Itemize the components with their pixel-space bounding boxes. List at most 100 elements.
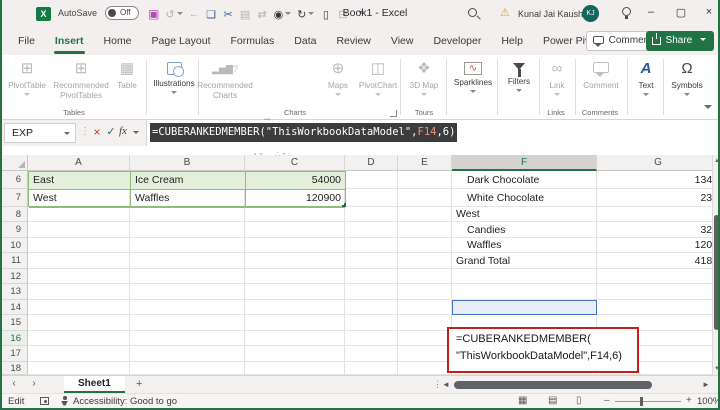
name-box[interactable]: EXP [4, 123, 76, 143]
tab-help[interactable]: Help [491, 28, 533, 55]
insert-function-icon[interactable]: fx [119, 125, 127, 137]
cell-edit-formula-line1[interactable]: =CUBERANKEDMEMBER( [456, 333, 591, 345]
add-sheet-button[interactable]: + [136, 378, 142, 390]
symbols-button[interactable]: Ω Symbols [666, 58, 708, 110]
scroll-right-icon[interactable]: ► [702, 380, 710, 389]
cancel-icon[interactable]: × [90, 125, 104, 139]
undo-icon[interactable]: ↺ [165, 8, 182, 21]
page-layout-view-icon[interactable]: ▤ [548, 395, 557, 406]
horizontal-scrollbar-thumb[interactable] [454, 381, 652, 389]
pivot-label[interactable]: Dark Chocolate [452, 171, 597, 189]
comment-button[interactable]: Comment [578, 58, 624, 110]
worksheet-grid[interactable]: A B C D E F G 6 7 8 9 10 11 12 13 14 15 … [0, 155, 720, 375]
lightbulb-icon[interactable] [622, 7, 631, 19]
table-resize-handle[interactable] [342, 203, 346, 207]
cut-icon[interactable]: ✂ [223, 8, 234, 21]
zoom-out-button[interactable]: – [604, 395, 610, 406]
row-header-8[interactable]: 8 [0, 207, 28, 222]
row-header-18[interactable]: 18 [0, 362, 28, 375]
search-icon[interactable] [468, 8, 477, 17]
row-header-16[interactable]: 16 [0, 331, 28, 346]
recommended-charts-button[interactable]: ▂▅▇? Recommended Charts [197, 58, 253, 110]
warning-icon[interactable]: ⚠ [500, 6, 510, 19]
tab-insert[interactable]: Insert [45, 28, 94, 55]
row-header-12[interactable]: 12 [0, 269, 28, 284]
select-all-corner[interactable] [0, 155, 28, 171]
column-header-a[interactable]: A [28, 155, 130, 171]
column-header-g[interactable]: G [597, 155, 720, 171]
tab-formulas[interactable]: Formulas [221, 28, 285, 55]
row-header-6[interactable]: 6 [0, 171, 28, 189]
pivot-value[interactable]: 1344 [597, 171, 718, 189]
row-header-15[interactable]: 15 [0, 315, 28, 331]
pivottable-button[interactable]: ⊞ PivotTable [4, 58, 50, 110]
close-button[interactable]: × [702, 6, 716, 18]
tab-review[interactable]: Review [326, 28, 380, 55]
cell-b7[interactable]: Waffles [131, 190, 246, 207]
page-break-view-icon[interactable]: ▯ [576, 395, 582, 406]
share-button[interactable]: Share [645, 31, 714, 51]
pivotchart-button[interactable]: ◫ PivotChart [356, 58, 400, 110]
zoom-in-button[interactable]: + [686, 395, 692, 406]
referenced-cell-f14[interactable] [452, 300, 597, 315]
pivot-value[interactable]: 4187 [597, 253, 718, 269]
scroll-left-icon[interactable]: ◄ [442, 380, 450, 389]
pivot-value[interactable]: 1209 [597, 238, 718, 253]
pivot-label[interactable]: Candies [452, 222, 597, 238]
pie-chart-icon[interactable]: ◔ [252, 147, 274, 162]
illustrations-button[interactable]: Illustrations [150, 58, 198, 110]
save-icon[interactable]: ▣ [148, 7, 159, 21]
autosave-toggle[interactable]: Off [105, 6, 139, 20]
cell-a6[interactable]: East [29, 172, 131, 189]
cell-a7[interactable]: West [29, 190, 131, 207]
pivot-label[interactable]: West [452, 207, 597, 222]
tab-home[interactable]: Home [94, 28, 142, 55]
formula-input[interactable]: =CUBERANKEDMEMBER("ThisWorkbookDataModel… [146, 120, 720, 146]
cell-b6[interactable]: Ice Cream [131, 172, 246, 189]
next-sheet-icon[interactable]: › [28, 378, 40, 389]
pivot-label[interactable]: Waffles [452, 238, 597, 253]
filters-button[interactable]: Filters [500, 58, 538, 110]
excel-logo-icon[interactable]: X [36, 7, 51, 21]
maximize-button[interactable]: ▢ [674, 6, 688, 19]
pivot-label[interactable]: White Chocolate [452, 189, 597, 207]
table-button[interactable]: ▦ Table [110, 58, 144, 110]
cell-c7[interactable]: 120900 [246, 190, 345, 207]
accessibility-status[interactable]: Accessibility: Good to go [73, 396, 177, 407]
enter-icon[interactable]: ✓ [104, 125, 118, 138]
data-table[interactable]: East Ice Cream 54000 West Waffles 120900 [28, 171, 346, 208]
paste-picture-icon[interactable]: ▤ [240, 8, 251, 21]
minimize-button[interactable]: – [644, 6, 658, 18]
sparklines-button[interactable]: ∿ Sparklines [450, 58, 496, 110]
sheet-tab-sheet1[interactable]: Sheet1 [64, 376, 125, 393]
zoom-level[interactable]: 100% [697, 396, 720, 407]
formula-bar-expand-icon[interactable] [133, 131, 139, 134]
row-header-13[interactable]: 13 [0, 284, 28, 300]
pivot-label[interactable]: Grand Total [452, 253, 597, 269]
text-button[interactable]: A Text [630, 58, 662, 110]
zoom-slider-handle[interactable] [640, 397, 643, 406]
row-header-14[interactable]: 14 [0, 300, 28, 315]
touch-mode-icon[interactable]: ◉ [274, 8, 292, 21]
row-header-9[interactable]: 9 [0, 222, 28, 238]
pivot-value[interactable]: 324 [597, 222, 718, 238]
copy-icon[interactable]: ❏ [206, 8, 217, 21]
cell-c6[interactable]: 54000 [246, 172, 345, 189]
row-header-7[interactable]: 7 [0, 189, 28, 207]
collapse-ribbon-icon[interactable] [704, 105, 712, 109]
maps-button[interactable]: ⊕ Maps [320, 58, 356, 110]
row-header-17[interactable]: 17 [0, 346, 28, 362]
back-icon[interactable]: ← [189, 8, 200, 20]
row-header-10[interactable]: 10 [0, 238, 28, 253]
link-button[interactable]: ∞ Link [542, 58, 572, 110]
macro-record-icon[interactable] [40, 397, 49, 405]
column-header-d[interactable]: D [345, 155, 398, 171]
pivot-value[interactable] [597, 207, 718, 222]
tab-page-layout[interactable]: Page Layout [142, 28, 221, 55]
user-name[interactable]: Kunal Jai Kaushik [518, 9, 590, 19]
column-header-f[interactable]: F [452, 155, 597, 171]
pivot-value[interactable]: 230 [597, 189, 718, 207]
charts-dialog-launcher-icon[interactable] [390, 110, 397, 117]
column-header-b[interactable]: B [130, 155, 245, 171]
cell-edit-formula-line2[interactable]: "ThisWorkbookDataModel",F14,6) [456, 350, 622, 362]
